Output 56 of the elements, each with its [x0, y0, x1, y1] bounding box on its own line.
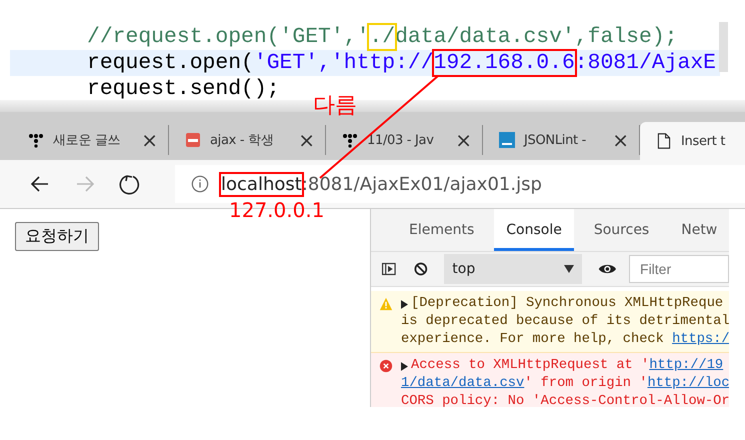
code-text: request.open(: [87, 51, 254, 75]
code-text: data/data.csv',false);: [395, 25, 678, 49]
expand-icon[interactable]: [401, 300, 408, 308]
devtools-tab[interactable]: Console: [494, 209, 574, 251]
console-link[interactable]: http://19: [649, 357, 724, 375]
code-text: 'GET','http://: [254, 51, 434, 75]
refresh-icon[interactable]: [118, 172, 142, 196]
code-text: :8081/AjaxE: [574, 51, 716, 75]
pdf-icon: [185, 132, 201, 148]
expand-icon[interactable]: [401, 362, 408, 370]
console-text: Access to XMLHttpRequest at ': [411, 357, 650, 375]
json-icon: [499, 132, 515, 148]
console-text: ' from origin ': [524, 375, 648, 393]
code-text: 192.168.0.6: [434, 51, 575, 75]
devtools-tab[interactable]: Sources: [582, 209, 662, 251]
console-link[interactable]: http://loc: [647, 375, 729, 393]
tab-title: 새로운 글쓰: [53, 132, 122, 149]
devtools-tab[interactable]: Elements: [397, 209, 486, 251]
warning-icon: [379, 297, 393, 311]
caret-icon: [564, 265, 574, 273]
console-link[interactable]: https:/: [672, 331, 729, 349]
document-icon: [656, 133, 672, 149]
address-bar[interactable]: localhost:8081/AjaxEx01/ajax01.jsp: [175, 165, 745, 203]
devtools-tab[interactable]: Netw: [669, 209, 729, 251]
tab-title: Insert t: [681, 134, 726, 148]
console-text: experience. For more help, check: [401, 331, 665, 349]
tab-title: 11/03 - Jav: [367, 132, 435, 148]
close-tab-button[interactable]: ×: [141, 128, 158, 152]
console-link[interactable]: 1/data/data.csv: [401, 375, 524, 393]
scrollbar: [719, 22, 728, 72]
close-tab-button[interactable]: ×: [612, 128, 629, 152]
annotation-label: 다름: [313, 92, 357, 120]
dots-icon: [28, 132, 44, 148]
browser-tab[interactable]: Insert t: [640, 122, 745, 160]
tab-title: ajax - 학생: [210, 132, 274, 149]
browser-tab[interactable]: JSONLint - ×: [483, 125, 640, 155]
close-tab-button[interactable]: ×: [298, 128, 315, 152]
browser-tab[interactable]: 11/03 - Jav ×: [326, 125, 483, 155]
filter-field[interactable]: Filter: [629, 255, 729, 283]
close-tab-button[interactable]: ×: [455, 128, 472, 152]
code-text: //request.open('GET',': [87, 25, 370, 49]
context-select[interactable]: top: [444, 254, 582, 284]
error-icon: [379, 359, 393, 373]
request-button[interactable]: 요청하기: [15, 222, 99, 251]
url-text: localhost: [221, 174, 302, 194]
browser-tab[interactable]: 새로운 글쓰 ×: [12, 125, 169, 155]
code-text: ./: [369, 25, 396, 49]
code-text: request.send();: [87, 77, 280, 101]
url-text: :8081/AjaxEx01/ajax01.jsp: [302, 174, 542, 194]
console-text: CORS policy: No 'Access-Control-Allow-Or: [401, 393, 729, 407]
dots-icon: [342, 132, 358, 148]
browser-tab[interactable]: ajax - 학생 ×: [169, 125, 326, 155]
console-text: [Deprecation] Synchronous XMLHttpReque: [411, 295, 724, 313]
console-text: is deprecated because of its detrimental: [401, 313, 729, 331]
info-icon: [191, 175, 209, 193]
tab-title: JSONLint -: [524, 132, 588, 148]
